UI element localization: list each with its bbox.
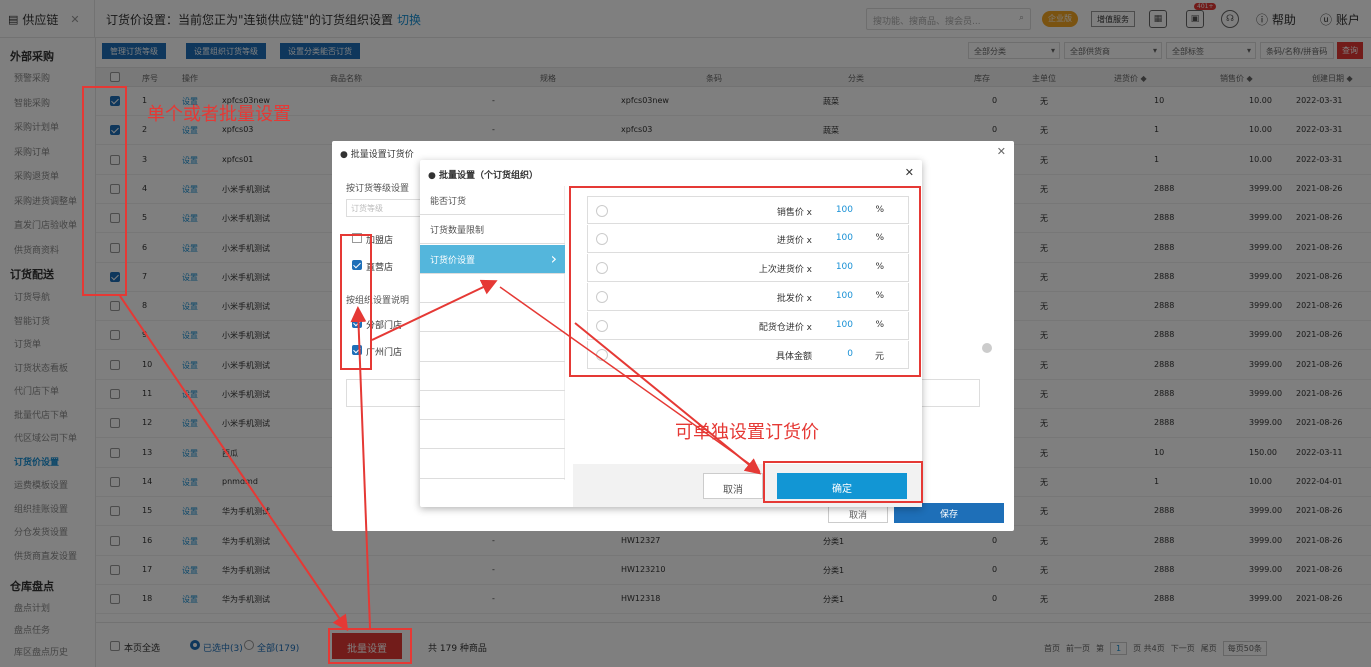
arrow-4 xyxy=(499,286,761,472)
arrow-5 xyxy=(574,322,762,475)
arrow-1 xyxy=(119,295,349,632)
arrow-2 xyxy=(350,306,371,629)
annotation-arrows xyxy=(119,279,762,632)
arrow-3 xyxy=(371,279,498,341)
